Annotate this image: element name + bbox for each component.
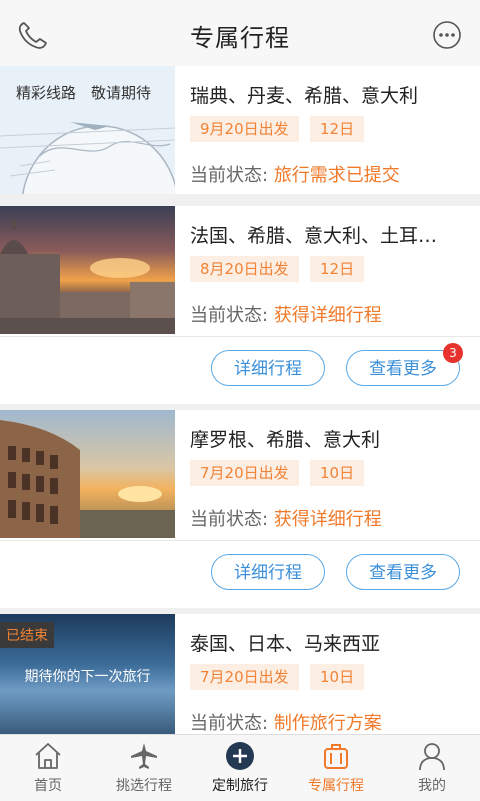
detail-itinerary-button[interactable]: 详细行程 [211, 350, 325, 386]
bottom-tab-bar: 首页 挑选行程 定制旅行 专属行程 我的 [0, 734, 480, 801]
suitcase-icon [324, 744, 348, 769]
trip-destinations: 泰国、日本、马来西亚 [190, 633, 381, 655]
trip-card[interactable]: 精彩线路 敬请期待 瑞典、丹麦、希腊、意大利 9月20日出发 12日 当前状态:… [0, 66, 480, 194]
status-label: 当前状态: [190, 509, 269, 530]
tab-label: 我的 [418, 778, 446, 794]
duration-tag: 12日 [310, 256, 365, 282]
route-coming-soon-text: 精彩线路 敬请期待 [16, 84, 152, 102]
vatican-skyline-illustration [0, 220, 175, 334]
detail-itinerary-button[interactable]: 详细行程 [211, 554, 325, 590]
view-more-button[interactable]: 查看更多 [346, 554, 460, 590]
status-label: 当前状态: [190, 165, 269, 186]
top-bar: 专属行程 [0, 0, 480, 67]
trip-status: 当前状态: 旅行需求已提交 [190, 161, 400, 187]
colosseum-illustration [0, 420, 175, 538]
tab-my-trips[interactable]: 专属行程 [288, 735, 384, 801]
tab-label: 挑选行程 [116, 778, 172, 794]
trip-destinations: 法国、希腊、意大利、土耳… [190, 225, 438, 247]
tab-custom-trip[interactable]: 定制旅行 [192, 735, 288, 801]
chat-icon[interactable] [432, 20, 462, 50]
trip-image-world-map: 精彩线路 敬请期待 [0, 66, 175, 194]
duration-tag: 12日 [310, 116, 365, 142]
trip-image-vatican [0, 206, 175, 334]
trip-card[interactable]: 摩罗根、希腊、意大利 7月20日出发 10日 当前状态: 获得详细行程 详细行程… [0, 410, 480, 608]
trip-image-ended: 已结束 期待你的下一次旅行 [0, 614, 175, 742]
trip-destinations: 瑞典、丹麦、希腊、意大利 [190, 85, 419, 107]
trip-status: 当前状态: 获得详细行程 [190, 301, 382, 327]
duration-tag: 10日 [310, 664, 365, 690]
departure-date-tag: 7月20日出发 [190, 664, 299, 690]
user-icon [419, 743, 445, 771]
trip-destinations: 摩罗根、希腊、意大利 [190, 429, 381, 451]
tab-label: 首页 [34, 778, 62, 794]
tab-label: 定制旅行 [212, 778, 268, 794]
status-value: 获得详细行程 [273, 305, 382, 326]
departure-date-tag: 8月20日出发 [190, 256, 299, 282]
tab-pick-trips[interactable]: 挑选行程 [96, 735, 192, 801]
trip-status: 当前状态: 获得详细行程 [190, 505, 382, 531]
tab-label: 专属行程 [308, 778, 364, 794]
plus-circle-icon [226, 742, 254, 770]
status-value: 获得详细行程 [273, 509, 382, 530]
home-icon [35, 743, 61, 769]
view-more-button[interactable]: 查看更多 3 [346, 343, 463, 386]
departure-date-tag: 9月20日出发 [190, 116, 299, 142]
notification-badge: 3 [443, 343, 463, 363]
trip-actions: 详细行程 查看更多 [0, 540, 480, 605]
trip-image-colosseum [0, 410, 175, 538]
status-value: 旅行需求已提交 [273, 165, 400, 186]
next-trip-text: 期待你的下一次旅行 [24, 669, 151, 685]
status-label: 当前状态: [190, 305, 269, 326]
trip-status: 当前状态: 制作旅行方案 [190, 709, 382, 735]
tab-mine[interactable]: 我的 [384, 735, 480, 801]
departure-date-tag: 7月20日出发 [190, 460, 299, 486]
tab-home[interactable]: 首页 [0, 735, 96, 801]
plane-icon [131, 743, 157, 769]
status-label: 当前状态: [190, 713, 269, 734]
status-value: 制作旅行方案 [273, 713, 382, 734]
view-more-label: 查看更多 [369, 359, 437, 379]
duration-tag: 10日 [310, 460, 365, 486]
ended-tag: 已结束 [0, 622, 54, 648]
trip-card[interactable]: 法国、希腊、意大利、土耳… 8月20日出发 12日 当前状态: 获得详细行程 详… [0, 206, 480, 404]
trip-card[interactable]: 已结束 期待你的下一次旅行 泰国、日本、马来西亚 7月20日出发 10日 当前状… [0, 614, 480, 744]
trip-actions: 详细行程 查看更多 3 [0, 336, 480, 401]
page-title: 专属行程 [190, 24, 290, 52]
